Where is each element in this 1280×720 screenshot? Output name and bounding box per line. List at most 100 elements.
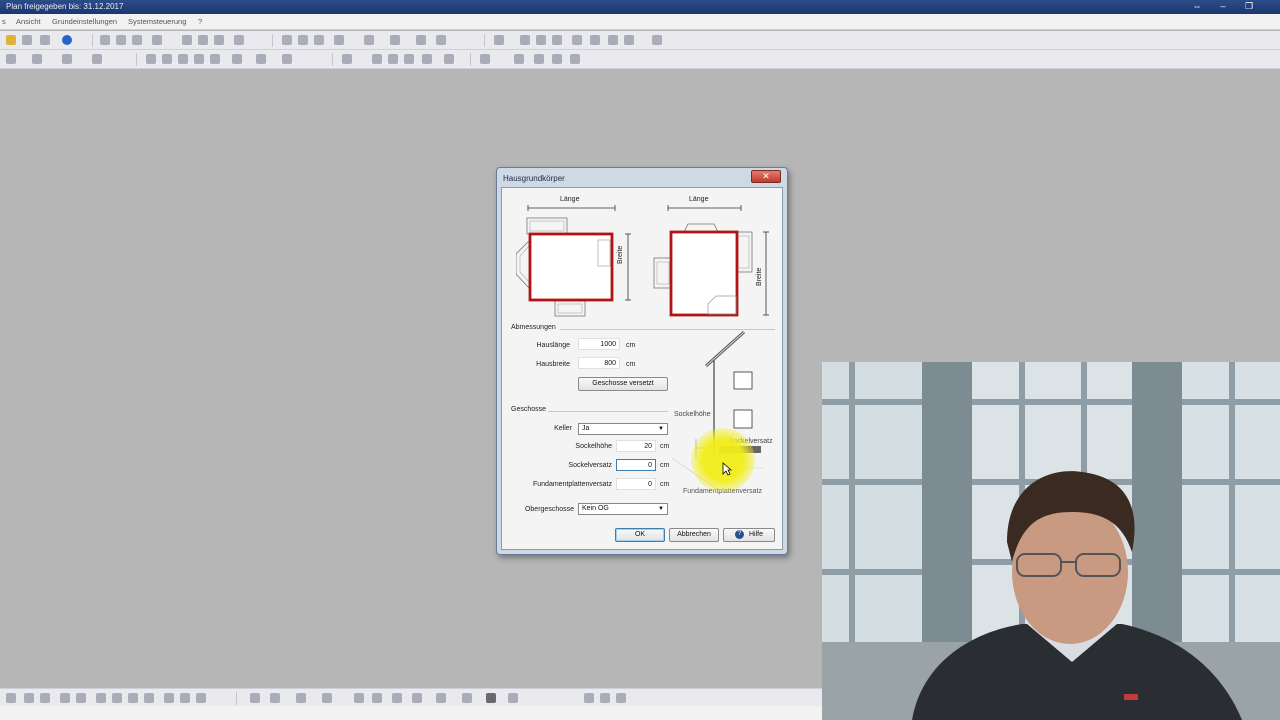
close-button[interactable]: ✕: [751, 170, 781, 183]
eye-tool-icon[interactable]: [600, 693, 610, 703]
basement-select[interactable]: Ja ▼: [578, 423, 668, 435]
circle-tool-icon[interactable]: [76, 693, 86, 703]
menu-item-file[interactable]: s: [2, 17, 6, 26]
cut-icon[interactable]: [388, 54, 398, 64]
undo-icon[interactable]: [152, 35, 162, 45]
pen-icon[interactable]: [342, 54, 352, 64]
view-3d-icon[interactable]: [178, 54, 188, 64]
column-icon[interactable]: [390, 35, 400, 45]
link-icon[interactable]: [534, 54, 544, 64]
measure-icon[interactable]: [234, 35, 244, 45]
delete-icon[interactable]: [514, 54, 524, 64]
tool-icon[interactable]: [536, 35, 546, 45]
gear-tool-icon[interactable]: [508, 693, 518, 703]
select-tool-icon[interactable]: [6, 693, 16, 703]
cancel-button[interactable]: Abbrechen: [669, 528, 719, 542]
layer-icon[interactable]: [494, 35, 504, 45]
text-cursor-icon[interactable]: [552, 35, 562, 45]
print-icon[interactable]: [40, 35, 50, 45]
restore-size-button[interactable]: ⇔: [1186, 0, 1208, 13]
measure-tool-icon[interactable]: [436, 693, 446, 703]
angle-tool-icon[interactable]: [322, 693, 332, 703]
text-icon[interactable]: [436, 35, 446, 45]
roof-icon[interactable]: [334, 35, 344, 45]
star-icon[interactable]: [6, 54, 16, 64]
grid-view-icon[interactable]: [146, 54, 156, 64]
socket-height-input[interactable]: 20: [616, 440, 656, 452]
move-icon[interactable]: [214, 35, 224, 45]
pointer-tool-icon[interactable]: [24, 693, 34, 703]
door-icon[interactable]: [298, 35, 308, 45]
stairs-icon[interactable]: [364, 35, 374, 45]
render-icon[interactable]: [590, 35, 600, 45]
dimension-tool-icon[interactable]: [372, 693, 382, 703]
material-icon[interactable]: [282, 54, 292, 64]
mirror-icon[interactable]: [444, 54, 454, 64]
refresh-icon[interactable]: [570, 54, 580, 64]
edit-icon[interactable]: [372, 54, 382, 64]
rotate-tool-icon[interactable]: [164, 693, 174, 703]
arrow-icon[interactable]: [552, 54, 562, 64]
fill-tool-icon[interactable]: [128, 693, 138, 703]
house-length-input[interactable]: 1000: [578, 338, 620, 350]
home-settings-icon[interactable]: [92, 54, 102, 64]
grid-icon[interactable]: [572, 35, 582, 45]
light-icon[interactable]: [256, 54, 266, 64]
scale-tool-icon[interactable]: [180, 693, 190, 703]
info-icon[interactable]: [62, 35, 72, 45]
house-width-input[interactable]: 800: [578, 357, 620, 369]
settings-icon[interactable]: [652, 35, 662, 45]
ok-button[interactable]: OK: [615, 528, 665, 542]
house-width-label: Hausbreite: [536, 361, 570, 368]
menu-item-system[interactable]: Systemsteuerung: [128, 17, 186, 26]
ortho-tool-icon[interactable]: [296, 693, 306, 703]
rect-tool-icon[interactable]: [60, 693, 70, 703]
house-icon[interactable]: [32, 54, 42, 64]
dimension-icon[interactable]: [520, 35, 530, 45]
list-icon[interactable]: [624, 35, 634, 45]
arc-tool-icon[interactable]: [96, 693, 106, 703]
hatch-tool-icon[interactable]: [392, 693, 402, 703]
eraser-tool-icon[interactable]: [144, 693, 154, 703]
copy-icon[interactable]: [182, 35, 192, 45]
upper-floors-select[interactable]: Kein OG ▼: [578, 503, 668, 515]
grid-tool-icon[interactable]: [250, 693, 260, 703]
light-tool-icon[interactable]: [616, 693, 626, 703]
foundation-offset-input[interactable]: 0: [616, 478, 656, 490]
window-icon[interactable]: [314, 35, 324, 45]
zoom-icon[interactable]: [100, 35, 110, 45]
pen-tool-icon[interactable]: [112, 693, 122, 703]
menu-item-settings[interactable]: Grundeinstellungen: [52, 17, 117, 26]
menu-item-help[interactable]: ?: [198, 17, 202, 26]
split-view-icon[interactable]: [194, 54, 204, 64]
table-icon[interactable]: [608, 35, 618, 45]
snap-tool-icon[interactable]: [270, 693, 280, 703]
select-icon[interactable]: [198, 35, 208, 45]
minimize-button[interactable]: –: [1212, 0, 1234, 13]
zoom-out-icon[interactable]: [132, 35, 142, 45]
open-folder-icon[interactable]: [6, 35, 16, 45]
offset-floors-button[interactable]: Geschosse versetzt: [578, 377, 668, 391]
help-button[interactable]: ? Hilfe: [723, 528, 775, 542]
view-2d-icon[interactable]: [162, 54, 172, 64]
maximize-button[interactable]: ❐: [1238, 0, 1260, 13]
stop-tool-icon[interactable]: [486, 693, 496, 703]
room-icon[interactable]: [416, 35, 426, 45]
save-icon[interactable]: [22, 35, 32, 45]
lock-tool-icon[interactable]: [584, 693, 594, 703]
layer-tool-icon[interactable]: [412, 693, 422, 703]
socket-offset-input[interactable]: 0: [616, 459, 656, 471]
table-tool-icon[interactable]: [462, 693, 472, 703]
line-tool-icon[interactable]: [40, 693, 50, 703]
text-tool-icon[interactable]: [354, 693, 364, 703]
snap-icon[interactable]: [480, 54, 490, 64]
layers-icon[interactable]: [62, 54, 72, 64]
camera-icon[interactable]: [210, 54, 220, 64]
wall-icon[interactable]: [282, 35, 292, 45]
zoom-in-icon[interactable]: [116, 35, 126, 45]
menu-item-view[interactable]: Ansicht: [16, 17, 41, 26]
close-tool-icon[interactable]: [196, 693, 206, 703]
rotate-icon[interactable]: [422, 54, 432, 64]
sun-icon[interactable]: [232, 54, 242, 64]
paste-icon[interactable]: [404, 54, 414, 64]
